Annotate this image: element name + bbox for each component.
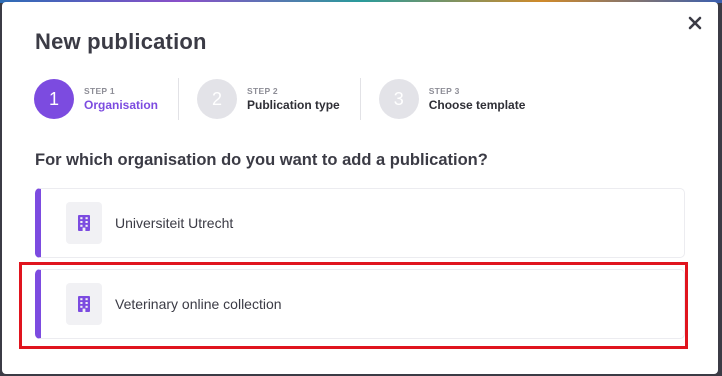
step-label: STEP 2 (247, 85, 278, 96)
step-label: STEP 1 (84, 85, 115, 96)
organisation-name: Veterinary online collection (115, 296, 282, 312)
step-publication-type[interactable]: 2 STEP 2 Publication type (197, 77, 340, 121)
dialog-title: New publication (35, 29, 207, 54)
step-choose-template[interactable]: 3 STEP 3 Choose template (378, 77, 526, 121)
step-number-circle: 3 (378, 79, 419, 119)
organisation-option-veterinary-online-collection[interactable]: Veterinary online collection (35, 269, 685, 339)
step-divider (178, 78, 180, 120)
building-icon (66, 202, 102, 244)
step-label: STEP 3 (428, 85, 460, 96)
organisation-option-universiteit-utrecht[interactable]: Universiteit Utrecht (35, 188, 685, 258)
step-number-circle: 1 (34, 79, 74, 119)
close-icon[interactable] (686, 14, 704, 32)
organisation-name: Universiteit Utrecht (115, 215, 234, 231)
step-organisation[interactable]: 1 STEP 1 Organisation (34, 77, 158, 121)
step-indicator: 1 STEP 1 Organisation 2 STEP 2 Publicati… (34, 77, 525, 121)
new-publication-dialog: New publication 1 STEP 1 Organisation 2 … (2, 2, 718, 374)
step-name: Publication type (247, 97, 340, 112)
organisation-question: For which organisation do you want to ad… (35, 151, 488, 169)
building-icon (66, 283, 102, 325)
step-name: Choose template (428, 97, 526, 112)
step-divider (359, 78, 361, 120)
step-name: Organisation (84, 97, 159, 112)
step-number-circle: 2 (197, 79, 238, 119)
